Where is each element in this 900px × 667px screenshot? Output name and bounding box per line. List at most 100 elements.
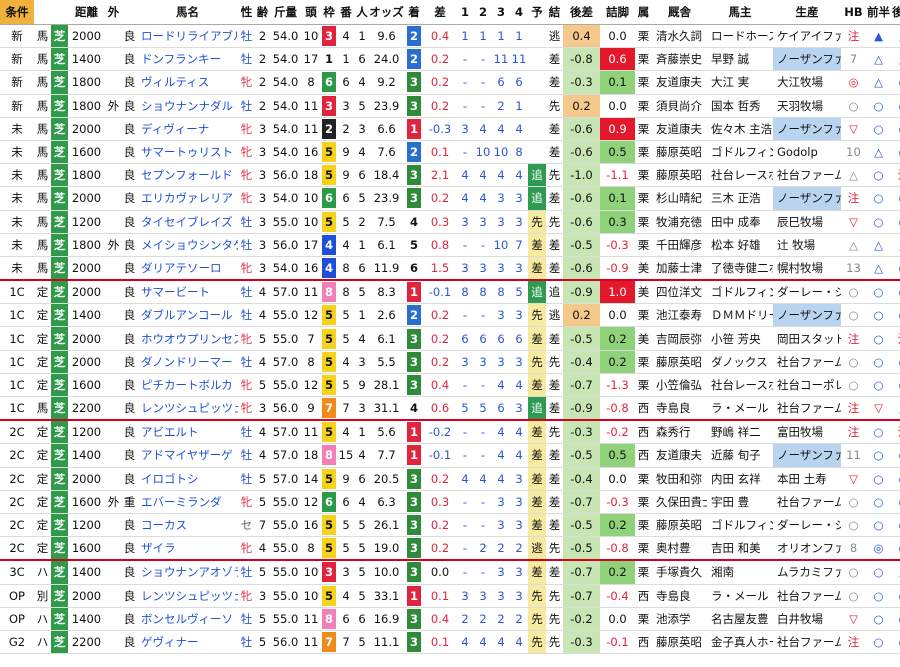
header-distance[interactable]: 距離 — [68, 0, 105, 25]
header-margin[interactable]: 差 — [424, 0, 456, 25]
first-half-mark-cell: △ — [866, 233, 891, 257]
horse-name-link[interactable]: アドマイヤザーゲ — [137, 443, 238, 468]
table-row[interactable]: 新馬芝 1800 外良ショウナンナダル牡 2 54.0 11 3 3 5 23.9 3 0.2- -2 1… — [0, 94, 900, 118]
horse-name-link[interactable]: コーカス — [137, 513, 238, 538]
horse-name-link[interactable]: ゲヴィナー — [137, 630, 238, 655]
horse-name-link[interactable]: レンツシュピッツェ — [137, 396, 238, 422]
table-row[interactable]: 未馬芝 1800 外良メイショウシンタケ牡 3 56.0 17 4 4 1 6.1 5 0.8- -10… — [0, 233, 900, 257]
table-row[interactable]: 1C 定芝 1400 良ダブルアンコール牡 4 55.0 12 5 5 1 2.6 2 0.2- -3 3 先… — [0, 303, 900, 328]
header-owner[interactable]: 馬主 — [707, 0, 773, 25]
table-row[interactable]: 3C ハ芝 1400 良ショウナンアオゾラ牡 5 55.0 10 3 3 5 10.0 3 0.0- -3… — [0, 560, 900, 585]
table-row[interactable]: 未馬芝 1600 良サマートゥリスト牝 3 54.0 16 5 9 4 7.6 2 0.1-10 10 8… — [0, 140, 900, 165]
horse-name-link[interactable]: ドンフランキー — [137, 47, 238, 72]
header-waku[interactable]: 枠 — [321, 0, 337, 25]
header-odds[interactable]: オッズ — [369, 0, 404, 25]
table-row[interactable]: 未馬芝 2000 良エリカヴァレリア牝 3 54.0 10 6 6 5 23.9 3 0.2 4 4 3 3 追… — [0, 186, 900, 211]
horse-name-link[interactable]: イロゴトシ — [137, 467, 238, 491]
horse-name-link[interactable]: セプンフォールド — [137, 163, 238, 188]
table-row[interactable]: 2C 定芝 2000 良イロゴトシ牡 5 57.0 14 5 9 6 20.5 3 0.2 4 4 4 3 差差 -… — [0, 467, 900, 491]
horse-name-link[interactable]: ロードリライアブル — [137, 24, 238, 49]
first-half-mark-cell: ○ — [866, 280, 891, 305]
horse-name-link[interactable]: エリカヴァレリア — [137, 186, 238, 211]
table-row[interactable]: 新馬芝 2000 良ロードリライアブル牡 2 54.0 10 3 4 1 9.6 2 0.4 1 1 1 1 逃… — [0, 24, 900, 49]
horse-name-link[interactable]: サマービート — [137, 280, 238, 305]
header-result[interactable]: 結 — [546, 0, 563, 25]
horse-number-cell: 5 — [337, 373, 355, 398]
header-number[interactable]: 番 — [337, 0, 355, 25]
horse-name-link[interactable]: エバーミランダ — [137, 490, 238, 514]
header-corner2[interactable]: 2 — [474, 0, 492, 25]
waku-badge: 5 — [322, 374, 336, 395]
table-row[interactable]: 2C 定芝 1200 良コーカスセ 7 55.0 16 5 5 5 26.1 3 0.2- -3 3 差差 -0… — [0, 513, 900, 538]
horse-name-link[interactable]: ショウナンアオゾラ — [137, 560, 238, 585]
header-late-diff[interactable]: 後差 — [563, 0, 600, 25]
header-closing-speed[interactable]: 詰脚 — [600, 0, 635, 25]
header-affiliation[interactable]: 属 — [635, 0, 652, 25]
table-row[interactable]: 1C 定芝 2000 良ダノンドリーマー牡 4 57.0 8 5 4 3 5.5 3 0.2 3 3 3 3 先先… — [0, 350, 900, 374]
header-horse-name[interactable]: 馬名 — [137, 0, 238, 25]
table-row[interactable]: 新馬芝 1800 良ヴィルティス牝 2 54.0 8 6 6 4 9.2 3 0.2- -6 6 差 -0.3… — [0, 70, 900, 95]
table-row[interactable]: 2C 定芝 1200 良アビエルト牡 4 57.0 11 5 4 1 5.6 1 -0.2- -4 4 差先 -… — [0, 420, 900, 445]
header-blank1[interactable] — [34, 0, 51, 25]
age-cell: 5 — [255, 490, 270, 514]
table-row[interactable]: 未馬芝 1800 良セプンフォールド牝 3 56.0 18 5 9 6 18.4 3 2.1 4 4 4 4 追… — [0, 163, 900, 188]
table-row[interactable]: OP ハ芝 1400 良ボンセルヴィーソ牡 5 55.0 11 8 6 6 16.9 3 0.4 2 2 2 2… — [0, 607, 900, 631]
header-sex[interactable]: 性 — [238, 0, 255, 25]
header-second-half[interactable]: 後半 — [891, 0, 900, 25]
header-stable[interactable]: 厩舎 — [652, 0, 707, 25]
horse-name-link[interactable]: タイセイブレイズ — [137, 210, 238, 234]
table-row[interactable]: 1C 定芝 2000 良サマービート牡 4 57.0 11 8 8 5 8.3 1 -0.1 8 8 8 5 追追… — [0, 280, 900, 305]
table-row[interactable]: 2C 定芝 1400 良アドマイヤザーゲ牡 4 57.0 18 8 15 4 7.7 1 -0.1- -4… — [0, 443, 900, 468]
table-row[interactable]: 1C 定芝 1600 良ピチカートボルカ牝 5 55.0 12 5 5 9 28.1 3 0.4- -4 4… — [0, 373, 900, 398]
header-outer[interactable]: 外 — [105, 0, 122, 25]
second-half-mark-cell: ○ — [891, 70, 900, 95]
breeder-cell: ケイアイファ — [773, 24, 841, 49]
horse-name-link[interactable]: メイショウシンタケ — [137, 233, 238, 257]
header-blank3[interactable] — [122, 0, 137, 25]
header-corner1[interactable]: 1 — [456, 0, 474, 25]
horse-name-link[interactable]: ボンセルヴィーソ — [137, 607, 238, 631]
table-row[interactable]: G2 ハ芝 2200 良ゲヴィナー牡 5 56.0 11 7 7 5 11.1 3 0.1 4 4 4 4 先先 -… — [0, 630, 900, 655]
table-row[interactable]: 未馬芝 2000 良ダリアテソーロ牝 3 54.0 16 4 8 6 11.9 6 1.5 3 3 3 3 差差… — [0, 256, 900, 282]
horse-name-link[interactable]: ザイラ — [137, 536, 238, 562]
header-blank2[interactable] — [51, 0, 68, 25]
header-corner3[interactable]: 3 — [492, 0, 510, 25]
hb-mark-cell: 注 — [841, 630, 866, 655]
header-popularity[interactable]: 人 — [355, 0, 369, 25]
stable-cell: 奥村豊 — [652, 536, 707, 562]
horse-name-link[interactable]: ディヴィーナ — [137, 117, 238, 141]
table-row[interactable]: 1C 定芝 2000 良ホウオウプリンセス牝 5 55.0 7 5 5 4 6.1 3 0.2 6 6 6 6 差… — [0, 326, 900, 351]
table-row[interactable]: 未馬芝 1200 良タイセイブレイズ牡 3 55.0 10 5 5 2 7.5 4 0.3 3 3 3 3 先先… — [0, 210, 900, 234]
header-hb[interactable]: HB — [841, 0, 866, 25]
header-first-half[interactable]: 前半 — [866, 0, 891, 25]
header-age[interactable]: 齢 — [255, 0, 270, 25]
horse-name-link[interactable]: サマートゥリスト — [137, 140, 238, 165]
header-breeder[interactable]: 生産 — [773, 0, 841, 25]
header-finish[interactable]: 着 — [404, 0, 424, 25]
closing-speed-cell: 0.6 — [600, 47, 635, 72]
horse-name-link[interactable]: ショウナンナダル — [137, 94, 238, 118]
horse-name-link[interactable]: ダリアテソーロ — [137, 256, 238, 282]
header-condition[interactable]: 条件 — [0, 0, 34, 25]
table-row[interactable]: 1C 馬芝 2200 良レンツシュピッツェ牝 3 56.0 9 7 7 3 31.1 4 0.6 5 5 6 3… — [0, 396, 900, 422]
prediction-cell: 逃 — [528, 536, 546, 562]
header-corner4[interactable]: 4 — [510, 0, 528, 25]
table-row[interactable]: 未馬芝 2000 良ディヴィーナ牝 3 54.0 11 2 2 3 6.6 1 -0.3 3 4 4 4 差 -0… — [0, 117, 900, 141]
header-weight[interactable]: 斤量 — [270, 0, 301, 25]
header-prediction[interactable]: 予 — [528, 0, 546, 25]
horse-name-link[interactable]: ダブルアンコール — [137, 303, 238, 328]
table-row[interactable]: OP 別芝 2000 良レンツシュピッツェ牝 3 55.0 10 5 4 5 33.1 1 0.1 3 3 3… — [0, 584, 900, 608]
finish-badge: 3 — [407, 328, 421, 349]
horse-name-link[interactable]: ホウオウプリンセス — [137, 326, 238, 351]
hb-mark-cell: ○ — [841, 373, 866, 398]
table-row[interactable]: 2C 定芝 1600 良ザイラ牝 4 55.0 8 5 5 5 19.0 3 0.2-2 2 2 逃先 -0.5… — [0, 536, 900, 562]
horse-name-link[interactable]: アビエルト — [137, 420, 238, 445]
header-field-size[interactable]: 頭 — [301, 0, 321, 25]
odds-cell: 7.6 — [369, 140, 404, 165]
table-row[interactable]: 2C 定芝 1600 外重エバーミランダ牝 5 55.0 12 6 6 4 6.3 3 0.3- -3 3 差… — [0, 490, 900, 514]
horse-name-link[interactable]: ダノンドリーマー — [137, 350, 238, 374]
table-row[interactable]: 新馬芝 1400 良ドンフランキー牡 2 54.0 17 1 1 6 24.0 2 0.2- -11 11… — [0, 47, 900, 72]
horse-name-link[interactable]: ピチカートボルカ — [137, 373, 238, 398]
horse-name-link[interactable]: ヴィルティス — [137, 70, 238, 95]
horse-name-link[interactable]: レンツシュピッツェ — [137, 584, 238, 608]
